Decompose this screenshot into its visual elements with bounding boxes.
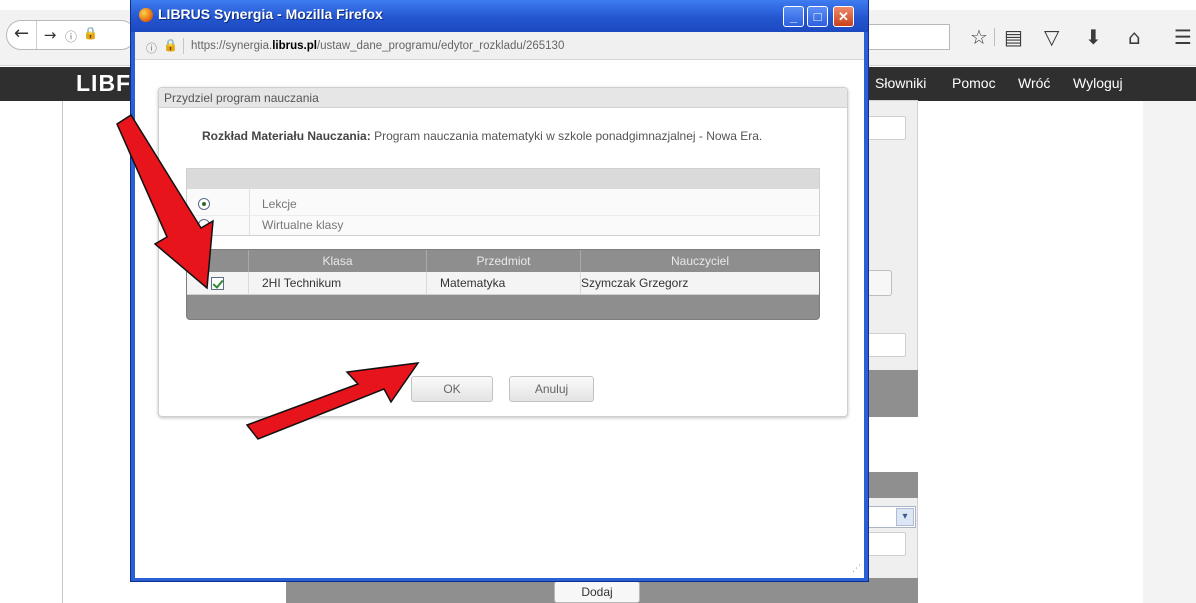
toolbar-separator [994,28,995,46]
subtitle-label: Rozkład Materiału Nauczania: [202,129,371,143]
lock-icon: 🔒 [163,38,178,52]
url-prefix: https://synergia. [191,40,273,52]
table-cell-klasa: 2HI Technikum [249,272,427,295]
background-select[interactable]: ▾ [866,506,916,528]
add-button[interactable]: Dodaj [554,581,640,603]
minimize-button[interactable]: _ [783,6,804,27]
popup-url-bar[interactable]: ⓘ 🔒 https://synergia.librus.pl/ustaw_dan… [135,32,864,60]
radio-group: Lekcje Wirtualne klasy [186,168,820,236]
radio-button-lekcje[interactable] [198,198,210,210]
site-info-icon[interactable]: ⓘ [65,28,77,45]
popup-body: ⓘ 🔒 https://synergia.librus.pl/ustaw_dan… [135,32,864,578]
browser-url-field[interactable] [868,24,950,50]
popup-url[interactable]: https://synergia.librus.pl/ustaw_dane_pr… [191,40,564,52]
radio-option-wirtualne-klasy[interactable]: Wirtualne klasy [187,215,819,237]
reading-list-icon[interactable]: ▤ [1004,24,1023,50]
firefox-icon [139,8,153,22]
url-path: /ustaw_dane_programu/edytor_rozkladu/265… [316,40,565,52]
dialog-title: Przydziel program nauczania [164,91,319,105]
ok-button[interactable]: OK [411,376,493,402]
forward-button[interactable]: → [39,21,61,49]
cancel-button[interactable]: Anuluj [509,376,594,402]
row-checkbox[interactable] [211,277,224,290]
chevron-down-icon[interactable]: ▾ [896,508,914,526]
radio-label: Lekcje [262,197,297,211]
browser-nav-group: ← → ⓘ 🔒 [6,20,136,50]
pocket-icon[interactable]: ▽ [1044,24,1059,50]
menu-item-pomoc[interactable]: Pomoc [952,75,996,91]
table-header-nauczyciel: Nauczyciel [670,254,730,268]
bookmark-star-icon[interactable]: ☆ [970,24,988,50]
url-separator [183,38,184,54]
popup-title: LIBRUS Synergia - Mozilla Firefox [158,6,383,22]
page-gutter [1143,101,1196,603]
maximize-button[interactable]: □ [807,6,828,27]
radio-option-lekcje[interactable]: Lekcje [187,194,819,216]
popup-titlebar[interactable]: LIBRUS Synergia - Mozilla Firefox _ □ ✕ [131,0,868,32]
lock-icon: 🔒 [83,26,98,40]
url-domain: librus.pl [272,40,317,52]
menu-item-slowniki[interactable]: Słowniki [875,75,926,91]
download-icon[interactable]: ⬇ [1085,24,1102,50]
table-header-select [187,250,249,272]
resize-grip-icon[interactable]: ⋰ [852,564,861,574]
radio-label: Wirtualne klasy [262,218,344,232]
home-icon[interactable]: ⌂ [1128,24,1141,50]
class-table: Klasa Przedmiot Nauczyciel 2HI Technikum… [186,249,820,320]
popup-page: Przydziel program nauczania Rozkład Mate… [135,60,864,578]
dialog-subtitle: Rozkład Materiału Nauczania: Program nau… [202,129,762,143]
site-info-icon[interactable]: ⓘ [146,40,157,56]
radio-button-wirtualne-klasy[interactable] [198,219,210,231]
popup-window: LIBRUS Synergia - Mozilla Firefox _ □ ✕ … [130,0,869,582]
dialog-header: Przydziel program nauczania [159,88,847,108]
menu-item-wyloguj[interactable]: Wyloguj [1073,75,1123,91]
close-button[interactable]: ✕ [833,6,854,27]
app-logo: LIBF [76,70,132,96]
subtitle-value: Program nauczania matematyki w szkole po… [374,129,763,143]
table-cell-przedmiot: Matematyka [427,272,581,295]
radio-group-header [187,169,819,189]
menu-icon[interactable]: ☰ [1174,24,1192,50]
table-header-klasa: Klasa [249,250,427,272]
assign-program-dialog: Przydziel program nauczania Rozkład Mate… [158,87,848,417]
table-header-przedmiot: Przedmiot [427,250,581,272]
table-cell-select [187,272,249,295]
back-button[interactable]: ← [7,21,37,49]
menu-item-wroc[interactable]: Wróć [1018,75,1050,91]
table-cell-nauczyciel: Szymczak Grzegorz [581,276,689,290]
table-row[interactable]: 2HI Technikum Matematyka Szymczak Grzego… [187,272,819,295]
